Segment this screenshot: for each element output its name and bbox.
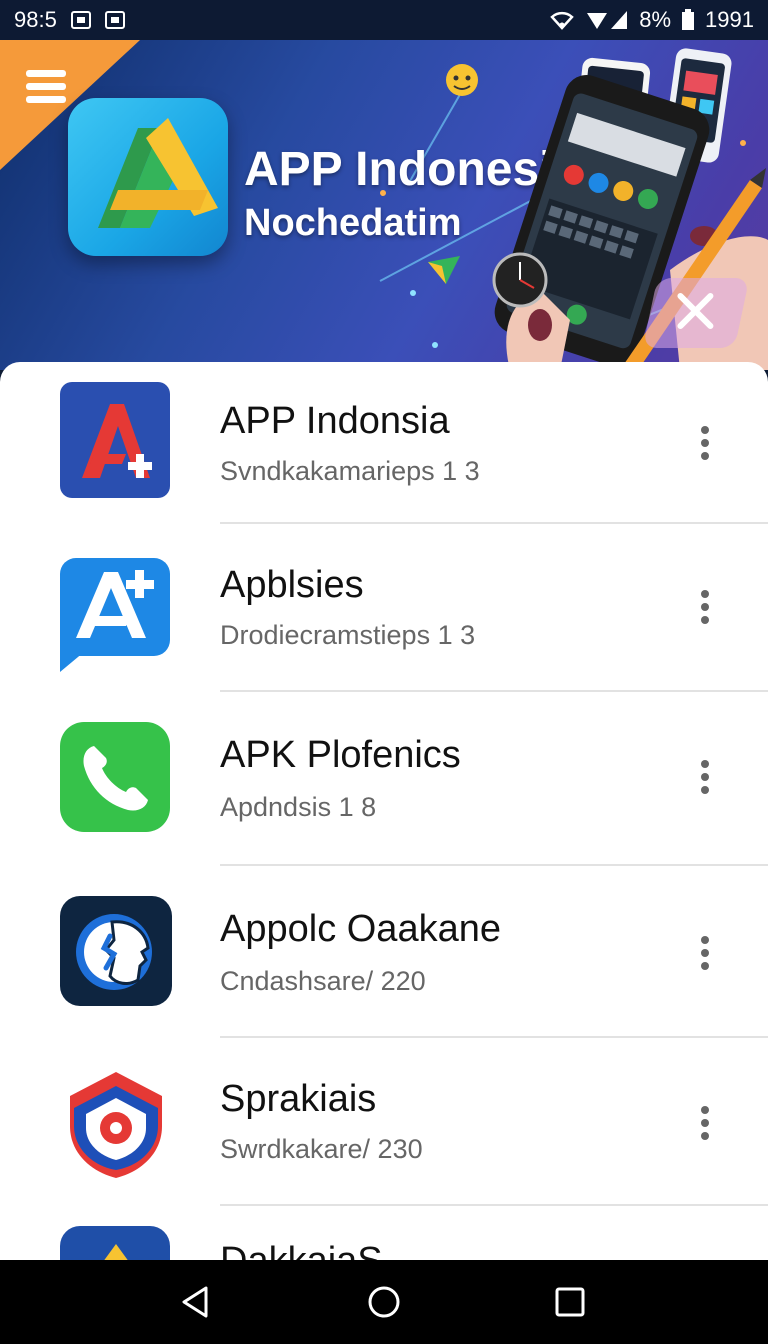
status-bar: 98:5 8% 1991 [0, 0, 768, 40]
divider [220, 864, 768, 866]
a-plus-chat-icon [60, 558, 172, 672]
notification-image-icon [104, 11, 125, 29]
item-title: APP Indonsia [220, 400, 450, 442]
list-item[interactable]: Apblsies Drodiecramstieps 1 3 [0, 528, 768, 694]
more-options-icon[interactable] [690, 586, 720, 630]
item-title: Sprakiais [220, 1078, 377, 1120]
item-subtitle: Swrdkakare/ 230 [220, 1134, 423, 1164]
close-icon [677, 293, 714, 329]
phone-icon [60, 722, 172, 834]
more-options-icon[interactable] [690, 756, 720, 800]
sparkle-dot [410, 290, 416, 296]
signal-icon [587, 11, 628, 29]
more-options-icon[interactable] [690, 932, 720, 976]
item-title: APK Plofenics [220, 734, 461, 776]
home-icon[interactable] [366, 1284, 402, 1320]
battery-icon [682, 9, 695, 30]
divider [220, 1204, 768, 1206]
item-title: DakkaiaS [220, 1240, 383, 1262]
face-profile-icon [60, 896, 172, 1008]
app-logo [68, 98, 228, 256]
list-item[interactable]: Appolc Oaakane Cndashsare/ 220 [0, 868, 768, 1038]
divider [220, 522, 768, 524]
item-title: Appolc Oaakane [220, 908, 501, 950]
item-subtitle: Svndkakamarieps 1 3 [220, 456, 480, 486]
red-a-plus-icon [60, 382, 172, 498]
recents-icon[interactable] [552, 1284, 588, 1320]
app-list: APP Indonsia Svndkakamarieps 1 3 Apblsie… [0, 362, 768, 1262]
status-clock-right: 1991 [705, 7, 754, 32]
divider [220, 690, 768, 692]
notification-download-icon [70, 11, 91, 29]
battery-percent: 8% [639, 7, 672, 32]
close-button[interactable] [642, 278, 750, 348]
navigation-bar [0, 1260, 768, 1344]
shield-icon [60, 1068, 172, 1180]
item-subtitle: Drodiecramstieps 1 3 [220, 620, 476, 650]
list-item[interactable]: Sprakiais Swrdkakare/ 230 [0, 1038, 768, 1206]
hamburger-menu-icon[interactable] [26, 70, 66, 110]
promo-banner: APP Indonesia Nochedatim [0, 40, 768, 370]
yellow-triangle-icon [60, 1226, 172, 1262]
item-subtitle: Cndashsare/ 220 [220, 966, 426, 996]
more-options-icon[interactable] [690, 1102, 720, 1146]
item-subtitle: Apdndsis 1 8 [220, 792, 377, 822]
wifi-icon [550, 12, 575, 30]
more-options-icon[interactable] [690, 422, 720, 466]
status-time: 98:5 [14, 7, 57, 32]
item-title: Apblsies [220, 564, 364, 606]
back-icon[interactable] [178, 1284, 214, 1320]
list-item[interactable]: APP Indonsia Svndkakamarieps 1 3 [0, 362, 768, 528]
list-item[interactable]: APK Plofenics Apdndsis 1 8 [0, 696, 768, 866]
list-item[interactable]: DakkaiaS [0, 1208, 768, 1262]
